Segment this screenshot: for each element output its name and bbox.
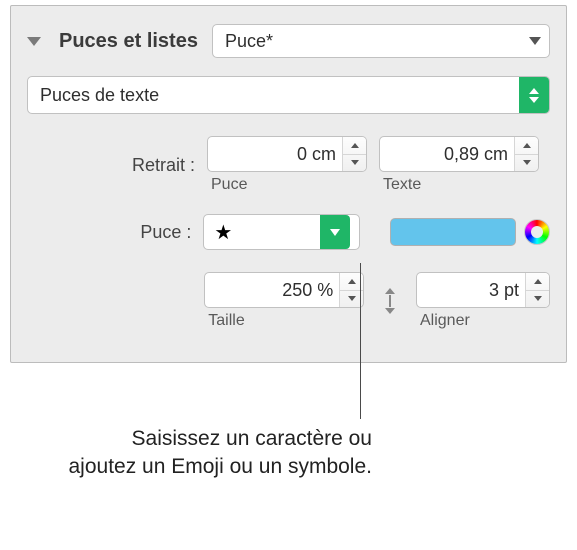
bullet-label: Puce : bbox=[27, 222, 191, 243]
align-value: 3 pt bbox=[417, 280, 525, 301]
size-value: 250 % bbox=[205, 280, 339, 301]
indent-puce-caption: Puce bbox=[207, 176, 367, 194]
callout-line bbox=[360, 263, 361, 419]
indent-text-stepper[interactable]: 0,89 cm bbox=[379, 136, 539, 172]
bullet-type-value: Puces de texte bbox=[28, 85, 171, 106]
list-style-select[interactable]: Puce* bbox=[212, 24, 550, 58]
disclosure-triangle-icon[interactable] bbox=[27, 37, 41, 46]
panel-header: Puces et listes Puce* bbox=[27, 24, 550, 58]
size-stepper[interactable]: 250 % bbox=[204, 272, 364, 308]
bullet-symbol-row: Puce : ★ bbox=[27, 214, 550, 250]
stepper-arrows-icon bbox=[342, 137, 366, 171]
popup-arrows-icon bbox=[519, 77, 549, 113]
section-title: Puces et listes bbox=[59, 30, 198, 53]
stepper-arrows-icon bbox=[514, 137, 538, 171]
bullet-type-select[interactable]: Puces de texte bbox=[27, 76, 550, 114]
chevron-down-icon bbox=[529, 37, 541, 45]
indent-row: Retrait : 0 cm Puce 0,89 cm Texte bbox=[27, 136, 550, 194]
indent-puce-stepper[interactable]: 0 cm bbox=[207, 136, 367, 172]
bullet-color-controls bbox=[390, 214, 550, 250]
indent-label: Retrait : bbox=[27, 155, 195, 176]
indent-text-caption: Texte bbox=[379, 176, 539, 194]
vertical-align-icon bbox=[382, 286, 398, 316]
align-caption: Aligner bbox=[416, 312, 550, 330]
indent-puce-value: 0 cm bbox=[208, 144, 342, 165]
bullet-symbol-select[interactable]: ★ bbox=[203, 214, 360, 250]
popup-down-icon bbox=[320, 215, 350, 249]
color-wheel-icon[interactable] bbox=[524, 219, 550, 245]
size-caption: Taille bbox=[204, 312, 364, 330]
bullet-symbol-value: ★ bbox=[204, 220, 320, 245]
bullet-type-row: Puces de texte bbox=[27, 76, 550, 114]
color-swatch[interactable] bbox=[390, 218, 516, 246]
indent-text-value: 0,89 cm bbox=[380, 144, 514, 165]
stepper-arrows-icon bbox=[525, 273, 549, 307]
callout-text: Saisissez un caractère ou ajoutez un Emo… bbox=[62, 425, 372, 482]
size-align-row: 250 % Taille 3 pt Aligner bbox=[27, 272, 550, 330]
list-style-value: Puce* bbox=[225, 31, 273, 52]
bullets-lists-panel: Puces et listes Puce* Puces de texte Ret… bbox=[10, 5, 567, 363]
align-stepper[interactable]: 3 pt bbox=[416, 272, 550, 308]
